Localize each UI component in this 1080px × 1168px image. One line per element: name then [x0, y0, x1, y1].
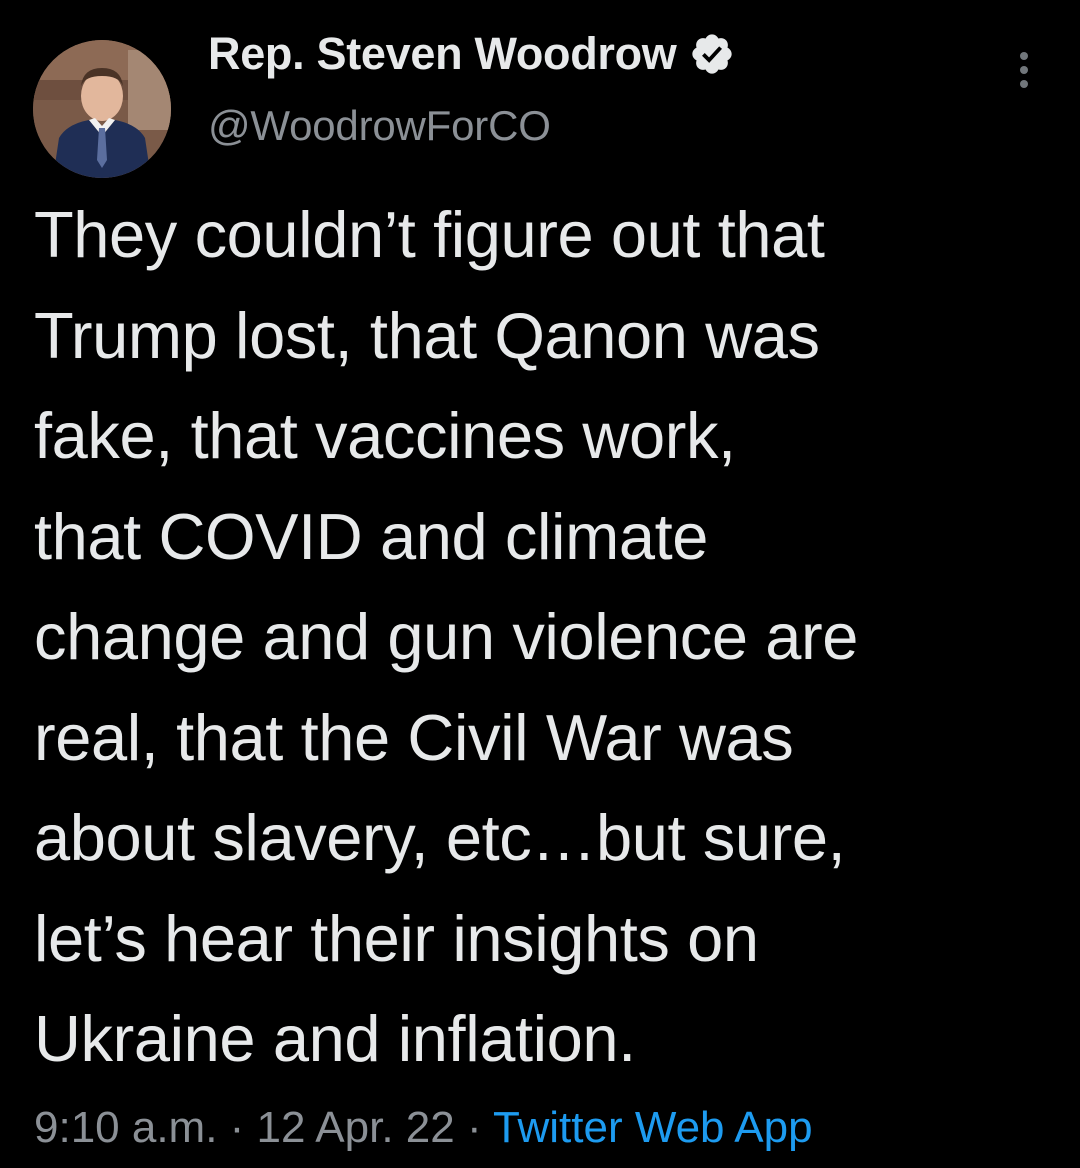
tweet-text-line: about slavery, etc…but sure, [34, 801, 846, 874]
tweet-text-line: They couldn’t figure out that [34, 198, 825, 271]
vertical-ellipsis-icon[interactable] [1006, 40, 1042, 100]
author-display-name[interactable]: Rep. Steven Woodrow [208, 28, 677, 80]
verified-badge-icon [689, 31, 735, 77]
tweet-text: They couldn’t figure out that Trump lost… [34, 185, 1064, 1090]
avatar[interactable] [33, 40, 171, 178]
tweet-time[interactable]: 9:10 a.m. [34, 1103, 217, 1152]
tweet-text-line: Trump lost, that Qanon was [34, 298, 820, 372]
tweet-text-line: that COVID and climate [34, 499, 708, 573]
meta-separator: · [454, 1103, 494, 1152]
tweet-text-line: let’s hear their insights on [34, 901, 759, 975]
ellipsis-dot [1020, 80, 1028, 88]
ellipsis-dot [1020, 66, 1028, 74]
tweet-text-line: real, that the Civil War was [34, 700, 794, 774]
author-name-row: Rep. Steven Woodrow [208, 24, 735, 84]
meta-separator: · [217, 1103, 257, 1152]
tweet-text-line: fake, that vaccines work, [34, 399, 736, 472]
profile-photo-avatar-icon [33, 40, 171, 178]
tweet-text-line: change and gun violence are [34, 600, 859, 673]
tweet-card: Rep. Steven Woodrow @WoodrowForCO They c… [0, 0, 1080, 1168]
author-handle[interactable]: @WoodrowForCO [208, 102, 551, 150]
tweet-source-link[interactable]: Twitter Web App [493, 1103, 813, 1152]
tweet-text-line: Ukraine and inflation. [34, 1002, 636, 1075]
tweet-date[interactable]: 12 Apr. 22 [257, 1103, 455, 1152]
tweet-metadata: 9:10 a.m. · 12 Apr. 22 · Twitter Web App [34, 1096, 813, 1160]
ellipsis-dot [1020, 52, 1028, 60]
